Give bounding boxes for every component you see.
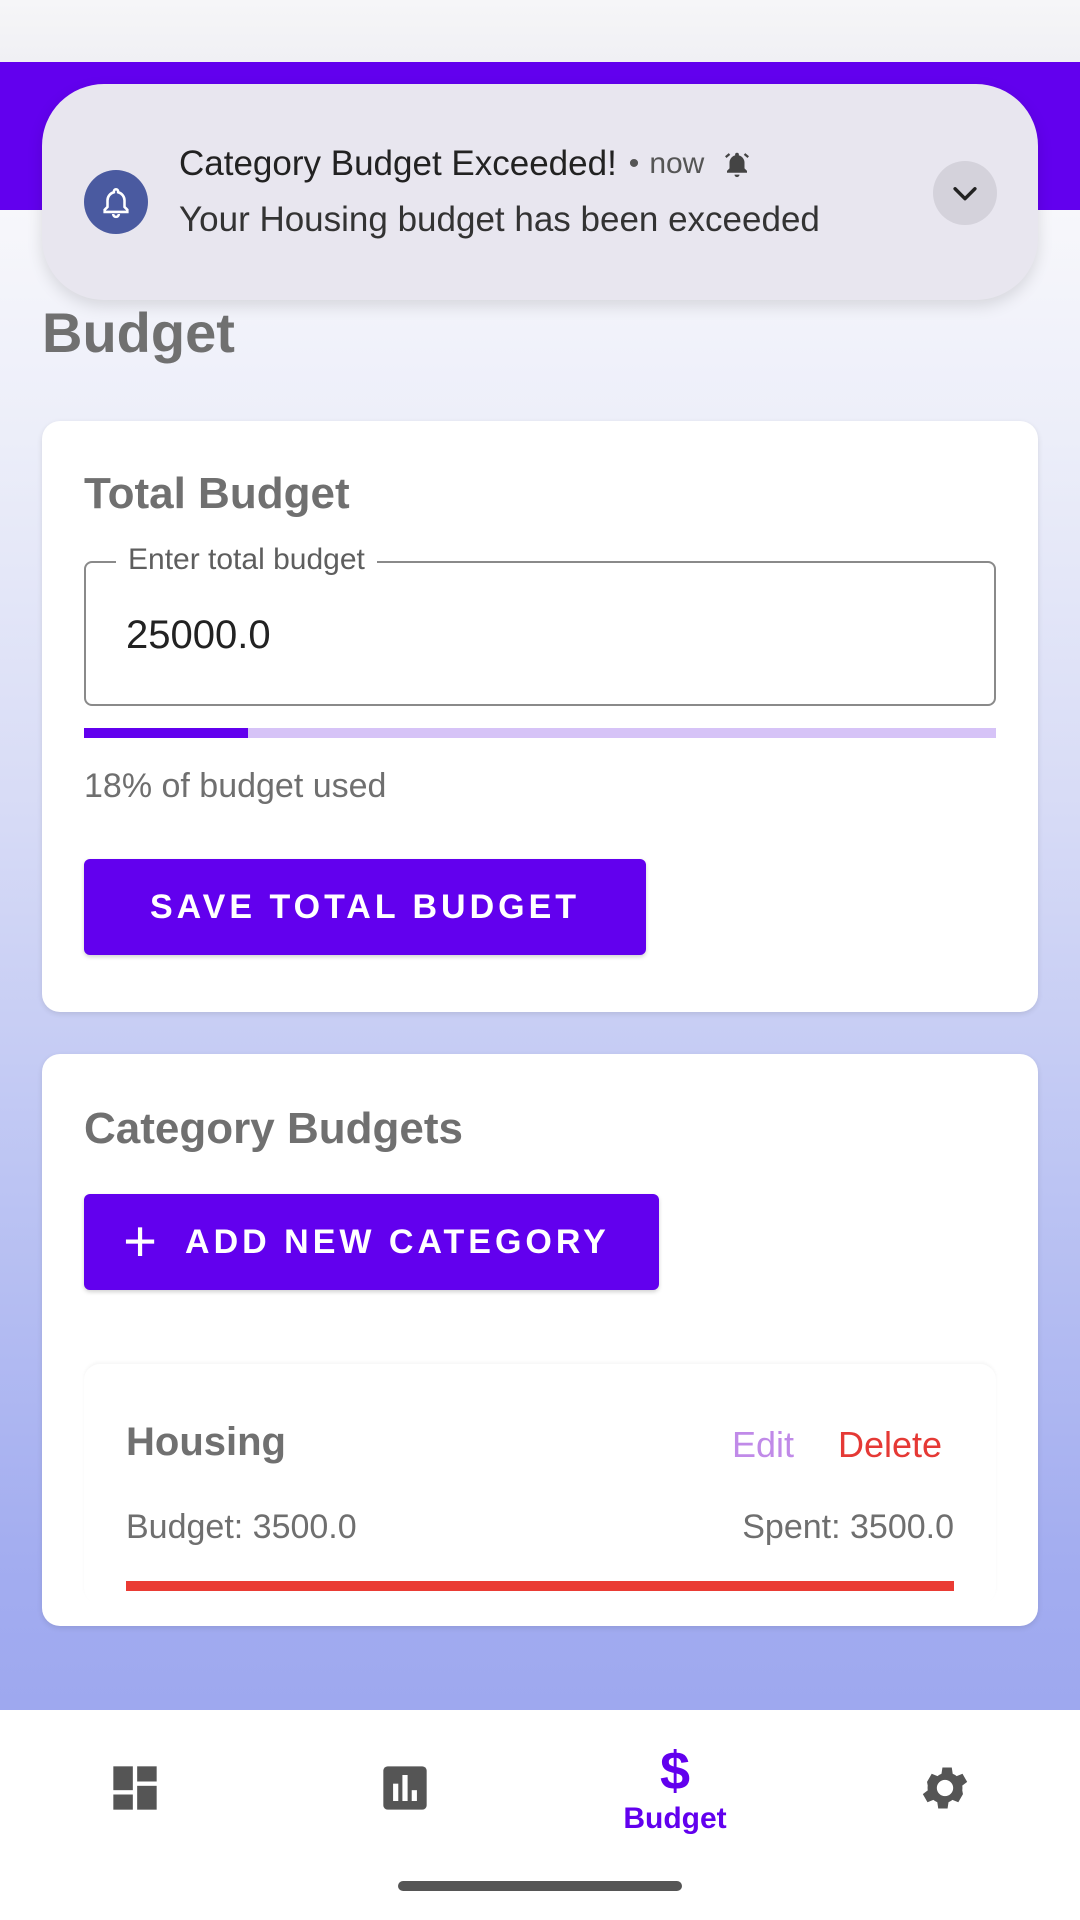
bell-icon (84, 170, 148, 234)
notification-header: Category Budget Exceeded! • now (179, 144, 752, 184)
bar-chart-icon (379, 1762, 431, 1819)
add-new-category-label: ADD NEW CATEGORY (185, 1222, 610, 1261)
category-progress-bar (126, 1581, 954, 1591)
nav-reports[interactable] (270, 1710, 540, 1870)
total-budget-input[interactable]: 25000.0 (126, 613, 271, 658)
add-new-category-button[interactable]: + ADD NEW CATEGORY (84, 1194, 659, 1290)
category-budget-text: Budget: 3500.0 (126, 1508, 357, 1546)
alert-bell-icon (722, 149, 752, 179)
notification-body: Your Housing budget has been exceeded (179, 200, 820, 239)
category-budgets-card: Category Budgets + ADD NEW CATEGORY Hous… (42, 1054, 1038, 1626)
home-indicator[interactable] (398, 1881, 682, 1891)
notification-banner[interactable]: Category Budget Exceeded! • now Your Hou… (42, 84, 1038, 300)
total-budget-card: Total Budget Enter total budget 25000.0 … (42, 421, 1038, 1012)
delete-category-button[interactable]: Delete (838, 1424, 942, 1466)
gear-icon (917, 1760, 973, 1821)
notification-title: Category Budget Exceeded! (179, 144, 617, 183)
category-name: Housing (126, 1420, 286, 1464)
notification-time: now (649, 147, 705, 180)
category-spent-text: Spent: 3500.0 (742, 1508, 954, 1546)
nav-settings[interactable] (810, 1710, 1080, 1870)
nav-budget[interactable]: $ Budget (540, 1710, 810, 1870)
page-title: Budget (42, 301, 235, 364)
category-progress-fill (126, 1581, 954, 1591)
chevron-down-icon[interactable] (933, 161, 997, 225)
nav-dashboard[interactable] (0, 1710, 270, 1870)
total-budget-title: Total Budget (84, 469, 350, 518)
nav-budget-label: Budget (623, 1802, 727, 1835)
plus-icon: + (123, 1209, 158, 1274)
budget-progress-bar (84, 728, 996, 738)
status-bar (0, 0, 1080, 62)
total-budget-field-label: Enter total budget (116, 543, 377, 577)
edit-category-button[interactable]: Edit (732, 1424, 794, 1466)
dollar-icon: $ (659, 1741, 691, 1801)
dashboard-icon (109, 1762, 161, 1819)
budget-used-text: 18% of budget used (84, 767, 387, 805)
save-total-budget-button[interactable]: SAVE TOTAL BUDGET (84, 859, 646, 955)
separator-dot: • (628, 147, 640, 180)
budget-progress-fill (84, 728, 249, 738)
category-budgets-title: Category Budgets (84, 1104, 463, 1153)
category-item-housing: Housing Edit Delete Budget: 3500.0 Spent… (84, 1364, 996, 1604)
total-budget-field[interactable]: Enter total budget 25000.0 (84, 543, 996, 706)
